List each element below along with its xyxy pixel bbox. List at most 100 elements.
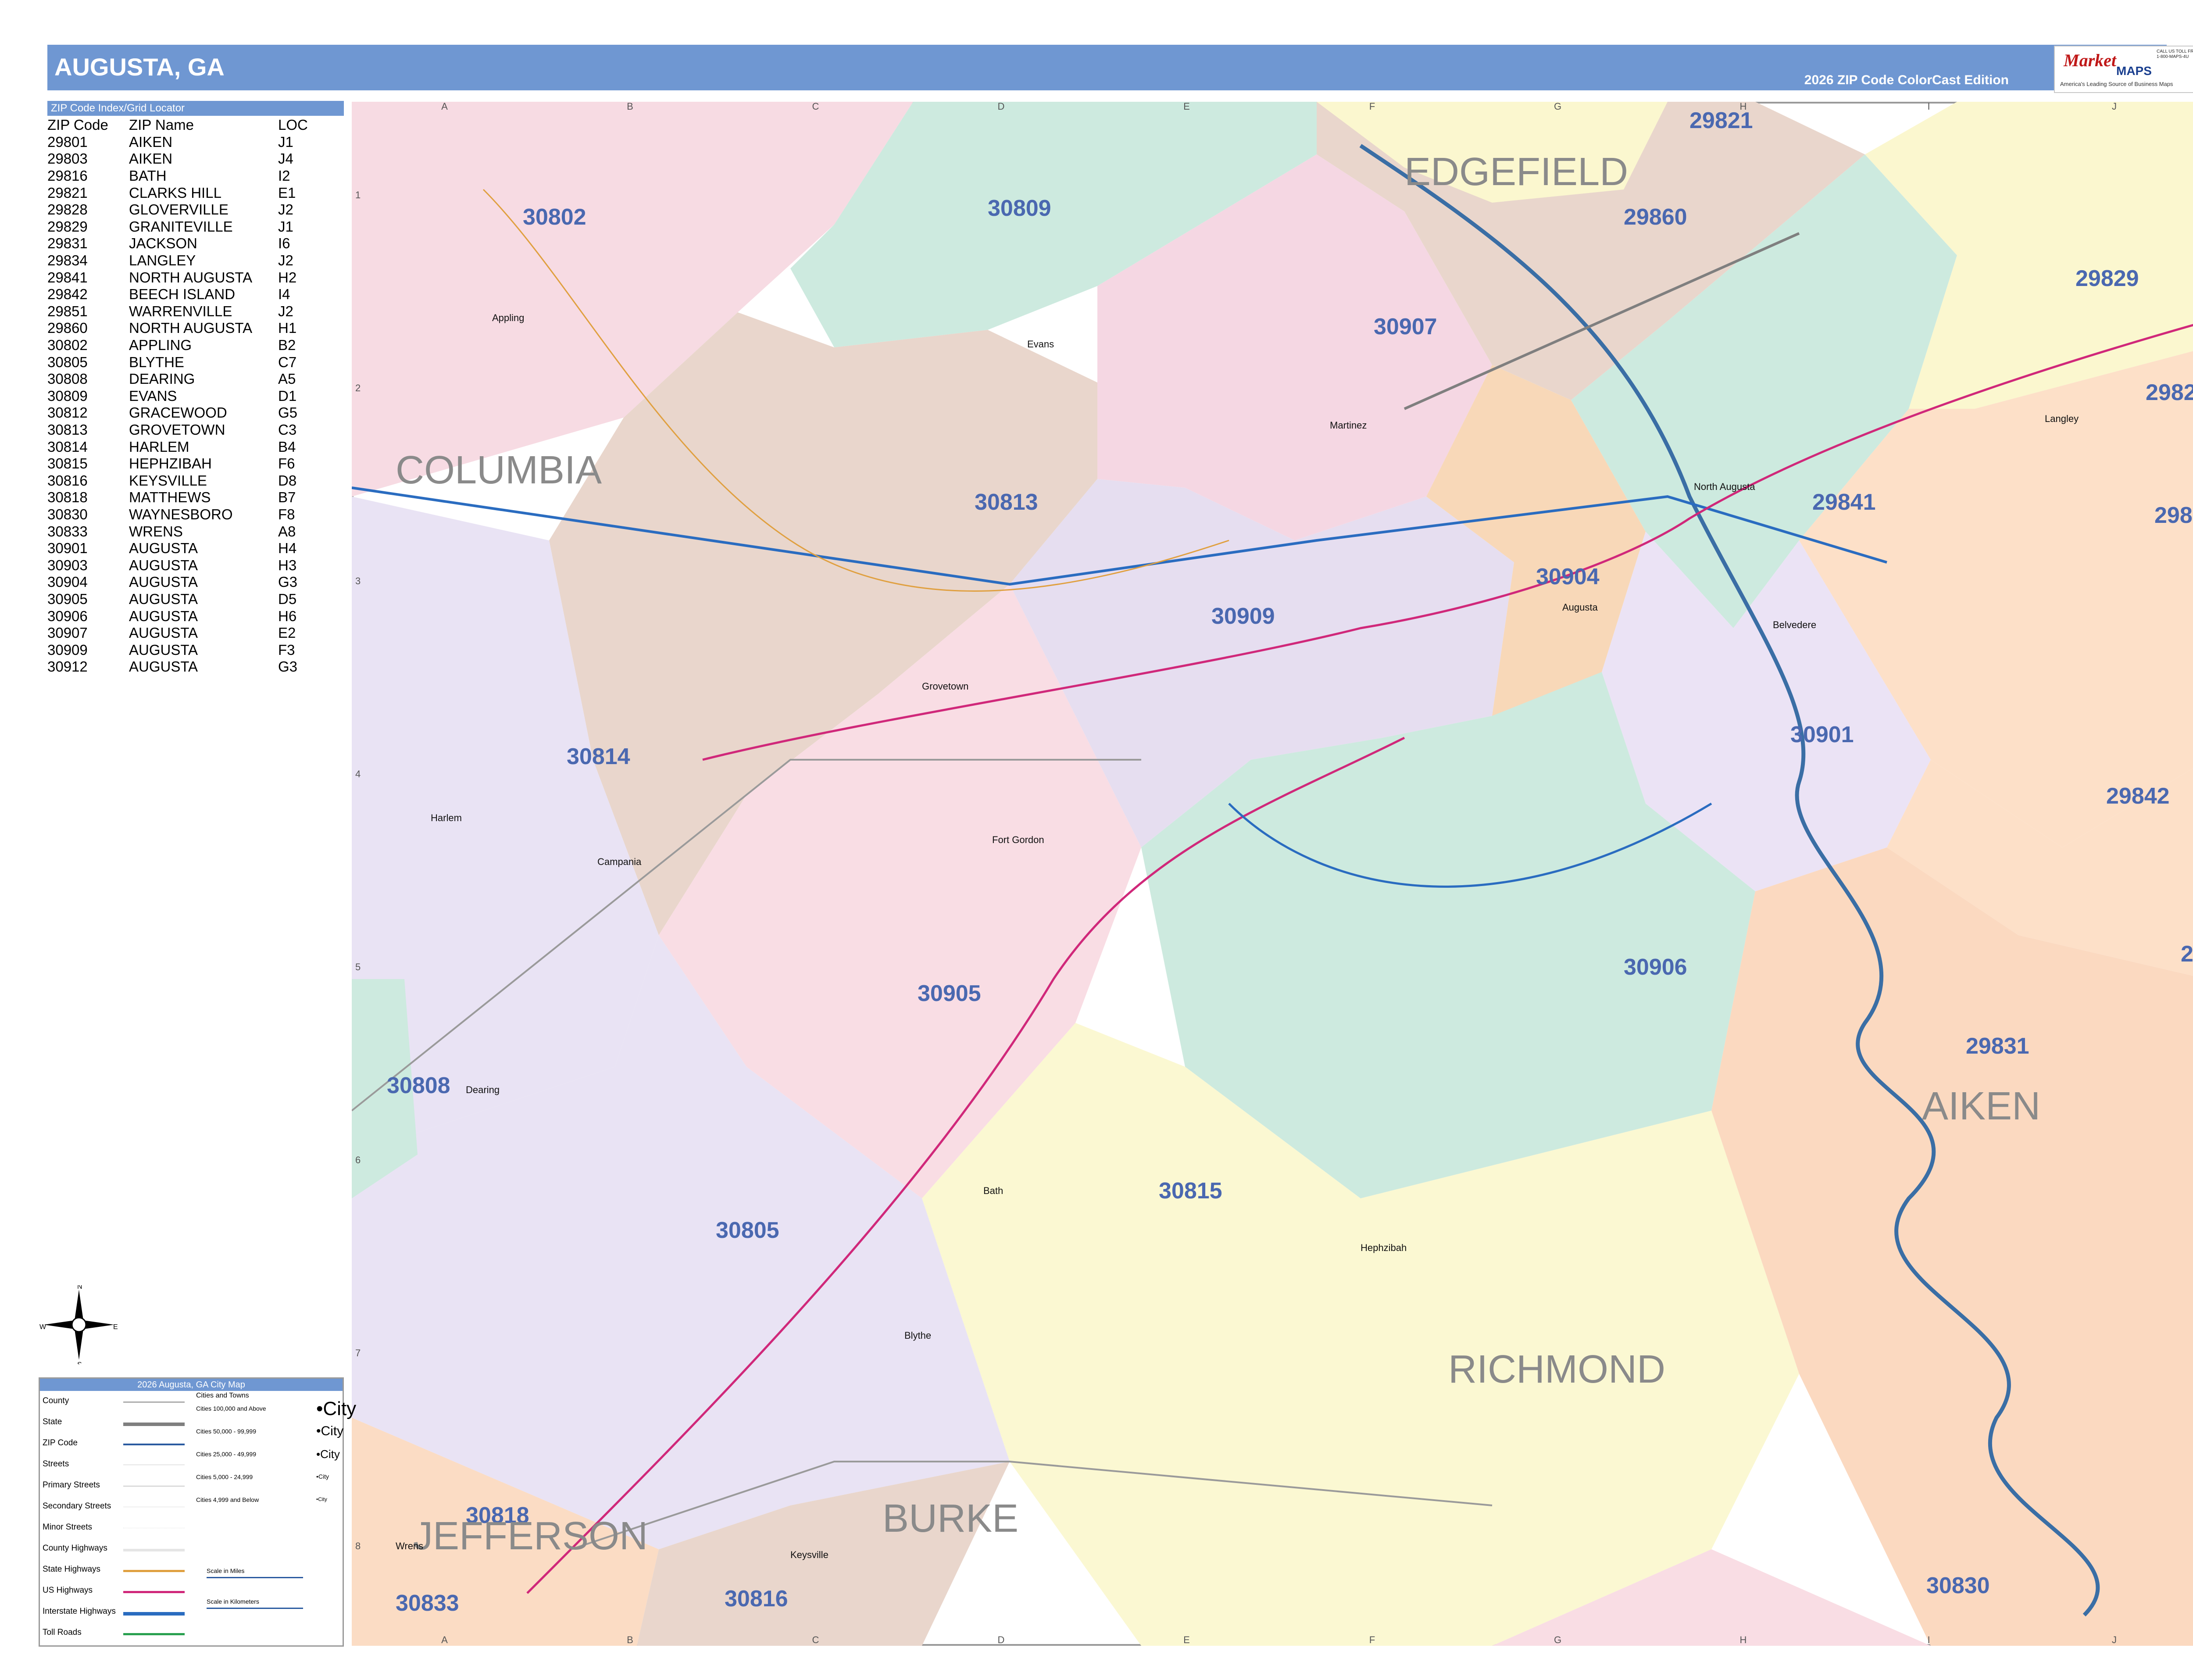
- zip-index-header: ZIP Code Index/Grid Locator: [47, 101, 344, 116]
- zip-label-30816: 30816: [725, 1586, 788, 1612]
- zip-index-cell: 30907: [47, 625, 88, 641]
- zip-label-30802: 30802: [523, 204, 586, 230]
- zip-label-30814: 30814: [567, 744, 630, 769]
- zip-label-29829: 29829: [2075, 266, 2139, 291]
- map-title: AUGUSTA, GA: [54, 53, 225, 81]
- zip-map[interactable]: AABBCCDDEEFFGGHHIIJJ1122334455667788 298…: [352, 102, 2193, 1646]
- grid-col-label-A: A: [441, 102, 448, 112]
- zip-index-row: 29821 CLARKS HILL E1: [47, 184, 339, 201]
- zip-index-cell: 29860: [47, 320, 88, 336]
- zip-index-row: 30802 APPLING B2: [47, 337, 339, 354]
- zip-index-row: 30904 AUGUSTA G3: [47, 574, 339, 591]
- zip-label-29841: 29841: [1812, 490, 1876, 515]
- zip-index-column-header: ZIP Code: [47, 117, 108, 133]
- zip-index-cell: 30906: [47, 608, 88, 624]
- zip-index-cell: 30816: [47, 472, 88, 489]
- place-label-langley: Langley: [2045, 413, 2079, 424]
- legend-city-class: Cities 50,000 - 99,999: [196, 1428, 256, 1435]
- zip-index-cell: I4: [278, 286, 290, 303]
- legend-label-primary-streets: Primary Streets: [43, 1480, 100, 1490]
- legend-swatch-state-highways: [123, 1570, 185, 1572]
- county-label-richmond: RICHMOND: [1448, 1348, 1665, 1391]
- zip-index-cell: 29834: [47, 252, 88, 269]
- map-legend: 2026 Augusta, GA City Map County State ZIP…: [39, 1377, 356, 1647]
- place-label-campania: Campania: [597, 856, 642, 867]
- zip-index-cell: H2: [278, 269, 297, 286]
- zip-index-row: 30903 AUGUSTA H3: [47, 557, 339, 574]
- place-label-blythe: Blythe: [904, 1330, 931, 1341]
- grid-col-label-bottom-A: A: [441, 1634, 448, 1645]
- zip-index-cell: APPLING: [129, 337, 192, 354]
- zip-index-cell: F6: [278, 455, 295, 472]
- zip-index-cell: G5: [278, 404, 298, 421]
- zip-index-cell: 30814: [47, 438, 88, 455]
- legend-label-state: State: [43, 1417, 62, 1426]
- grid-col-label-D: D: [998, 102, 1005, 112]
- legend-city-sample: •City: [316, 1496, 327, 1502]
- zip-index-cell: AUGUSTA: [129, 625, 198, 641]
- title-bar: AUGUSTA, GA 2026 ZIP Code ColorCast Edit…: [47, 45, 2167, 90]
- zip-index-cell: CLARKS HILL: [129, 184, 221, 201]
- legend-city-sample: •City: [316, 1448, 340, 1461]
- zip-index-cell: 29831: [47, 235, 88, 252]
- compass-w: W: [39, 1323, 46, 1331]
- zip-index-cell: 30830: [47, 506, 88, 522]
- zip-index-row: 30907 AUGUSTA E2: [47, 625, 339, 642]
- zip-label-29860: 29860: [1624, 204, 1687, 230]
- zip-index-cell: 30815: [47, 455, 88, 472]
- zip-index-cell: EVANS: [129, 387, 177, 404]
- legend-city-class: Cities 25,000 - 49,999: [196, 1451, 256, 1458]
- grid-row-label-6: 6: [355, 1155, 361, 1165]
- zip-index-cell: WARRENVILLE: [129, 303, 232, 319]
- zip-label-30813: 30813: [975, 490, 1038, 515]
- zip-index-row: 29829 GRANITEVILLE J1: [47, 218, 339, 236]
- zip-index-cell: E2: [278, 625, 296, 641]
- zip-index-cell: J2: [278, 201, 293, 218]
- zip-index-cell: AIKEN: [129, 133, 173, 150]
- grid-col-label-bottom-H: H: [1740, 1634, 1747, 1645]
- zip-index-cell: 30802: [47, 337, 88, 354]
- legend-label-interstate-highways: Interstate Highways: [43, 1607, 116, 1616]
- zip-index-cell: DEARING: [129, 371, 195, 387]
- zip-label-30907: 30907: [1374, 314, 1437, 340]
- zip-index-cell: D8: [278, 472, 297, 489]
- grid-row-label-7: 7: [355, 1348, 361, 1358]
- county-label-burke: BURKE: [882, 1497, 1018, 1541]
- legend-label-us-highways: US Highways: [43, 1586, 93, 1595]
- zip-index-row: 30909 AUGUSTA F3: [47, 641, 339, 658]
- zip-index-cell: J2: [278, 303, 293, 319]
- legend-swatch-state: [123, 1423, 185, 1426]
- grid-col-label-bottom-D: D: [998, 1634, 1005, 1645]
- zip-index-cell: A5: [278, 371, 296, 387]
- legend-swatch-county-highways: [123, 1549, 185, 1551]
- legend-label-state-highways: State Highways: [43, 1565, 101, 1574]
- place-label-fort-gordon: Fort Gordon: [992, 834, 1044, 845]
- zip-label-30815: 30815: [1159, 1178, 1222, 1204]
- zip-index-cell: C7: [278, 354, 297, 370]
- publisher-logo: Market MAPS America's Leading Source of …: [2054, 46, 2193, 93]
- place-label-bath: Bath: [983, 1185, 1003, 1196]
- compass-s: S: [77, 1361, 82, 1364]
- zip-index-cell: AUGUSTA: [129, 590, 198, 607]
- zip-index-cell: BEECH ISLAND: [129, 286, 236, 303]
- logo-brand: Market: [2064, 50, 2116, 70]
- zip-index-cell: G3: [278, 574, 298, 590]
- zip-index-cell: HARLEM: [129, 438, 189, 455]
- zip-index-cell: 29829: [47, 218, 88, 235]
- zip-index-cell: D5: [278, 590, 297, 607]
- zip-index-cell: GROVETOWN: [129, 421, 225, 438]
- legend-swatch-interstate-highways: [123, 1612, 185, 1616]
- place-label-augusta: Augusta: [1562, 602, 1598, 613]
- zip-index-cell: H1: [278, 320, 297, 336]
- zip-index-cell: F3: [278, 641, 295, 658]
- zip-index-cell: AUGUSTA: [129, 641, 198, 658]
- county-label-aiken: AIKEN: [1922, 1084, 2040, 1128]
- legend-city-class: Cities 5,000 - 24,999: [196, 1473, 253, 1480]
- zip-index-cell: 30909: [47, 641, 88, 658]
- zip-index-row: 30808 DEARING A5: [47, 371, 339, 388]
- zip-index-cell: HEPHZIBAH: [129, 455, 212, 472]
- zip-index-row: 30815 HEPHZIBAH F6: [47, 455, 339, 472]
- county-label-jefferson: JEFFERSON: [413, 1514, 648, 1558]
- zip-index-row: 29828 GLOVERVILLE J2: [47, 201, 339, 218]
- grid-col-label-B: B: [627, 102, 633, 112]
